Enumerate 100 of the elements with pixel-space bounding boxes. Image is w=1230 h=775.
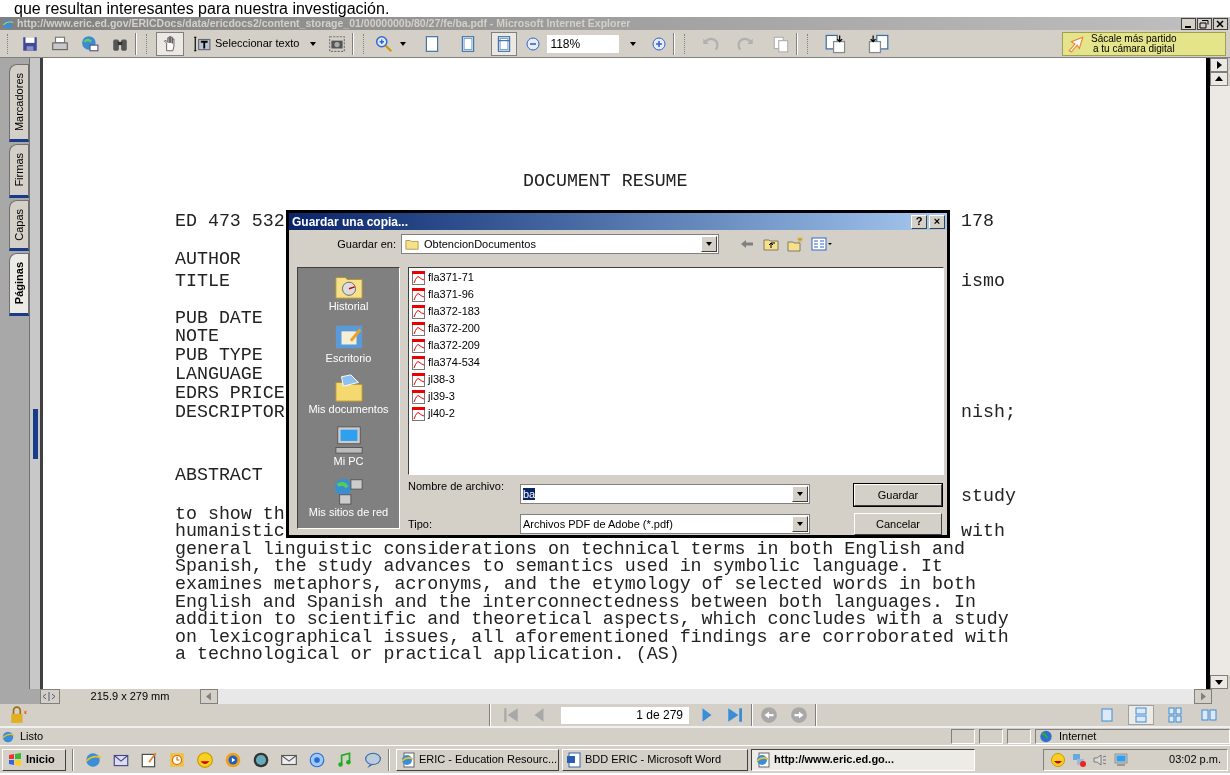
pdf-file-icon: [411, 405, 427, 422]
browser-icon[interactable]: [84, 750, 102, 769]
messenger-icon[interactable]: [308, 750, 326, 769]
split-handle-icon[interactable]: [40, 689, 60, 704]
page-number-field[interactable]: 1 de 279: [561, 706, 689, 724]
browser-page-icon: [400, 751, 416, 768]
browser-icon: [0, 729, 16, 744]
abstract-text: general linguistic considerations on technical terms in both English and: [175, 539, 965, 558]
places-item[interactable]: Mis documentos: [298, 373, 399, 425]
field-value: ismo: [961, 272, 1005, 290]
places-item[interactable]: Mis sitios de red: [298, 476, 399, 528]
view-menu-icon[interactable]: [811, 236, 833, 252]
scroll-up-icon[interactable]: [1210, 72, 1228, 86]
side-tab[interactable]: Marcadores: [9, 64, 29, 143]
page-view-button[interactable]: [491, 31, 518, 56]
music-icon[interactable]: [336, 750, 354, 769]
field-label: PUB DATE: [175, 308, 263, 328]
caret-icon: [705, 240, 713, 248]
field-label: EDRS PRICE: [175, 383, 285, 403]
dropdown-button[interactable]: [792, 486, 808, 502]
zoom-in-icon[interactable]: [375, 34, 394, 53]
cancel-button[interactable]: Cancelar: [854, 513, 942, 535]
caret-icon: [309, 39, 318, 48]
restore-icon[interactable]: [1197, 17, 1212, 30]
places-item[interactable]: Escritorio: [298, 321, 399, 374]
print-icon[interactable]: [51, 34, 69, 53]
media-player-icon[interactable]: [224, 750, 242, 769]
file-item[interactable]: fla372-183: [411, 303, 482, 320]
last-page-icon[interactable]: [725, 706, 745, 724]
side-tab[interactable]: Páginas: [9, 253, 29, 316]
new-folder-icon[interactable]: [787, 236, 803, 252]
file-type-dropdown[interactable]: Archivos PDF de Adobe (*.pdf): [520, 514, 810, 534]
rotate-page-icon[interactable]: [867, 33, 890, 54]
folder-dropdown[interactable]: ObtencionDocumentos: [401, 234, 719, 254]
smiley-icon[interactable]: [1050, 751, 1066, 768]
field-label: TITLE: [175, 271, 230, 291]
page-layout-button[interactable]: [1128, 705, 1154, 725]
zoom-field[interactable]: 118%: [547, 34, 620, 53]
field-label: NOTE: [175, 326, 219, 346]
dropdown-button[interactable]: [792, 516, 808, 532]
file-item[interactable]: jl38-3: [411, 371, 457, 388]
up-folder-icon[interactable]: [763, 236, 779, 252]
network-icon[interactable]: [1071, 751, 1087, 768]
side-tab[interactable]: Firmas: [9, 144, 29, 198]
rotate-page-icon[interactable]: [825, 33, 848, 54]
dropdown-button[interactable]: [701, 236, 717, 252]
abstract-label: ABSTRACT: [175, 466, 263, 484]
scroll-left-icon[interactable]: [200, 689, 218, 704]
notepad-icon[interactable]: [140, 750, 158, 769]
filename-field[interactable]: ba: [520, 484, 810, 504]
clock-icon[interactable]: [168, 750, 186, 769]
close-icon[interactable]: [1213, 17, 1228, 30]
taskbar-button[interactable]: http://www.eric.ed.go...: [751, 748, 975, 771]
file-item[interactable]: jl39-3: [411, 388, 457, 405]
filename-label: Nombre de archivo:: [408, 479, 505, 493]
title-bar-button[interactable]: ×: [929, 214, 945, 229]
select-text-button[interactable]: Seleccionar texto: [188, 31, 323, 56]
speaker-icon[interactable]: [1092, 751, 1108, 768]
windows-logo-icon: [6, 751, 24, 768]
zoom-out-icon[interactable]: [525, 35, 542, 52]
taskbar-button[interactable]: ERIC - Education Resourc...: [396, 748, 559, 771]
computer-icon[interactable]: [1113, 751, 1129, 768]
file-item[interactable]: jl40-2: [411, 405, 457, 422]
chat-icon[interactable]: [364, 750, 382, 769]
field-label: LANGUAGE: [175, 364, 263, 384]
camera-icon[interactable]: [328, 34, 347, 53]
taskbar-button[interactable]: BDD ERIC - Microsoft Word: [562, 748, 748, 771]
page-layout-icon: [1201, 707, 1217, 723]
lock-icon[interactable]: [8, 706, 28, 724]
file-item[interactable]: fla374-534: [411, 354, 482, 371]
title-bar-button[interactable]: ?: [911, 214, 927, 229]
text-cursor-icon: [193, 34, 211, 53]
globe-icon: [1039, 730, 1053, 743]
smiley-icon[interactable]: [196, 750, 214, 769]
pdf-file-icon: [411, 354, 427, 371]
page-layout-icon: [1167, 707, 1183, 723]
abstract-text: a technological or practical application. (AS): [175, 645, 680, 663]
file-item[interactable]: fla371-71: [411, 269, 476, 286]
minimize-icon[interactable]: [1181, 17, 1196, 30]
page-size-text: 215.9 x 279 mm: [89, 689, 171, 704]
caret-icon: [796, 520, 804, 528]
start-button[interactable]: Inicio: [2, 748, 66, 771]
zoom-in-icon[interactable]: [651, 35, 668, 52]
vertical-scrollbar[interactable]: [1206, 58, 1230, 689]
promo-text: a tu cámara digital: [1091, 43, 1175, 54]
places-item[interactable]: Mi PC: [298, 424, 399, 477]
file-item[interactable]: fla371-96: [411, 286, 476, 303]
save-button[interactable]: Guardar: [854, 484, 942, 506]
abstract-text: Spanish, the study advances to semantics used in symbolic language. It: [175, 557, 943, 575]
scroll-down-icon[interactable]: [1210, 675, 1228, 689]
places-item[interactable]: Historial: [298, 270, 399, 322]
globe-icon[interactable]: [252, 750, 270, 769]
promo-banner[interactable]: Sácale más partido a tu cámara digital: [1062, 31, 1226, 56]
side-tab[interactable]: Capas: [9, 199, 29, 252]
hand-tool-button[interactable]: [156, 31, 184, 56]
file-item[interactable]: fla372-209: [411, 337, 482, 354]
file-item[interactable]: fla372-200: [411, 320, 482, 337]
save-in-label: Guardar en:: [336, 236, 397, 252]
save-icon[interactable]: [21, 34, 39, 53]
email-icon[interactable]: [81, 34, 99, 53]
